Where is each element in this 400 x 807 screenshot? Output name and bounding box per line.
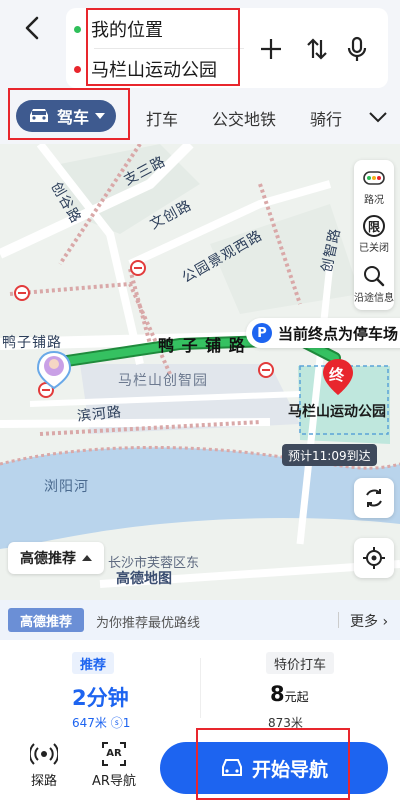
end-dot-icon [74,65,81,73]
recommend-description: 为你推荐最优路线 [96,616,201,631]
route-tag: 推荐 [72,652,115,674]
end-marker-label: 终 [329,366,345,384]
tab-transit[interactable]: 公交地铁 [212,106,276,130]
highlight-box-navigate [196,728,350,800]
ar-label: AR导航 [92,774,136,789]
traffic-toggle[interactable]: 路况 [354,166,394,206]
microphone-icon[interactable] [344,36,370,62]
bottom-action-bar: 探路 AR AR导航 开始导航 [0,728,400,807]
locate-icon [363,547,385,569]
route-detail: 647米 ⓢ1 [72,716,131,730]
route-option-recommended[interactable]: 推荐 2分钟 647米 ⓢ1 [0,640,200,734]
along-route-label: 沿途信息 [354,293,394,304]
start-dot-icon [74,25,81,33]
route-options: 推荐 2分钟 647米 ⓢ1 特价打车 8元起 873米 [0,640,400,734]
restriction-glyph: 限 [367,220,380,234]
refresh-route-button[interactable] [354,478,394,518]
back-arrow-icon[interactable] [18,14,46,42]
swap-icon[interactable] [304,36,330,62]
traffic-label: 路况 [364,195,384,206]
highlight-box-route [86,8,240,86]
ar-icon-text: AR [106,748,122,759]
highlight-box-drive [8,88,130,140]
map-side-toolbar: 路况 限 已关闭 沿途信息 [354,160,394,310]
route-header: 我的位置 马栏山运动公园 [0,0,400,92]
more-routes-link[interactable]: 更多 › [350,611,388,631]
taxi-price: 8元起 [270,682,309,706]
parking-tip-text: 当前终点为停车场 [278,324,399,343]
river-label: 浏阳河 [44,479,89,495]
restriction-status: 已关闭 [359,243,389,254]
chevron-down-icon[interactable] [368,110,388,124]
recommend-toggle[interactable]: 高德推荐 [8,542,104,574]
radar-icon [30,743,58,765]
road-label-main: 鸭 子 铺 路 [158,336,246,355]
recommend-toggle-label: 高德推荐 [20,551,76,567]
explore-label: 探路 [30,774,57,789]
parking-icon: P [252,323,272,343]
locate-me-button[interactable] [354,538,394,578]
area-label-chuangzhiyuan: 马栏山创智园 [118,373,208,389]
tab-taxi[interactable]: 打车 [146,106,178,130]
recommend-divider [338,612,339,628]
road-label-west-main: 鸭子铺路 [2,335,62,351]
tab-bike[interactable]: 骑行 [310,106,342,130]
route-duration: 2分钟 [72,686,129,710]
taxi-option[interactable]: 特价打车 8元起 873米 [200,640,400,734]
map-view[interactable]: 支三路 文创路 创谷路 公园景观西路 创智路 鸭子铺路 鸭 子 铺 路 马栏山创… [0,144,400,600]
taxi-price-unit: 元起 [284,690,309,704]
taxi-price-value: 8 [270,682,285,706]
traffic-light-icon [363,171,385,185]
destination-label: 马栏山运动公园 [288,404,386,420]
map-logo: 高德地图 [116,571,172,587]
caret-up-icon [82,555,92,561]
ar-nav-button[interactable]: AR AR导航 [84,740,144,789]
recommend-bar: 高德推荐 为你推荐最优路线 更多 › [0,600,400,640]
travel-mode-tabs: 驾车 打车 公交地铁 骑行 [0,88,400,144]
parking-tip-banner[interactable]: P 当前终点为停车场 [246,318,400,348]
refresh-icon [366,489,382,507]
recommend-tag: 高德推荐 [8,608,84,632]
eta-chip: 预计11:09到达 [282,444,377,466]
restriction-toggle[interactable]: 限 已关闭 [354,214,394,254]
taxi-tag: 特价打车 [266,652,335,674]
start-location-avatar [36,350,72,390]
search-icon [364,266,385,287]
explore-route-button[interactable]: 探路 [14,740,74,789]
add-waypoint-icon[interactable] [258,36,284,62]
along-route-info[interactable]: 沿途信息 [354,264,394,304]
